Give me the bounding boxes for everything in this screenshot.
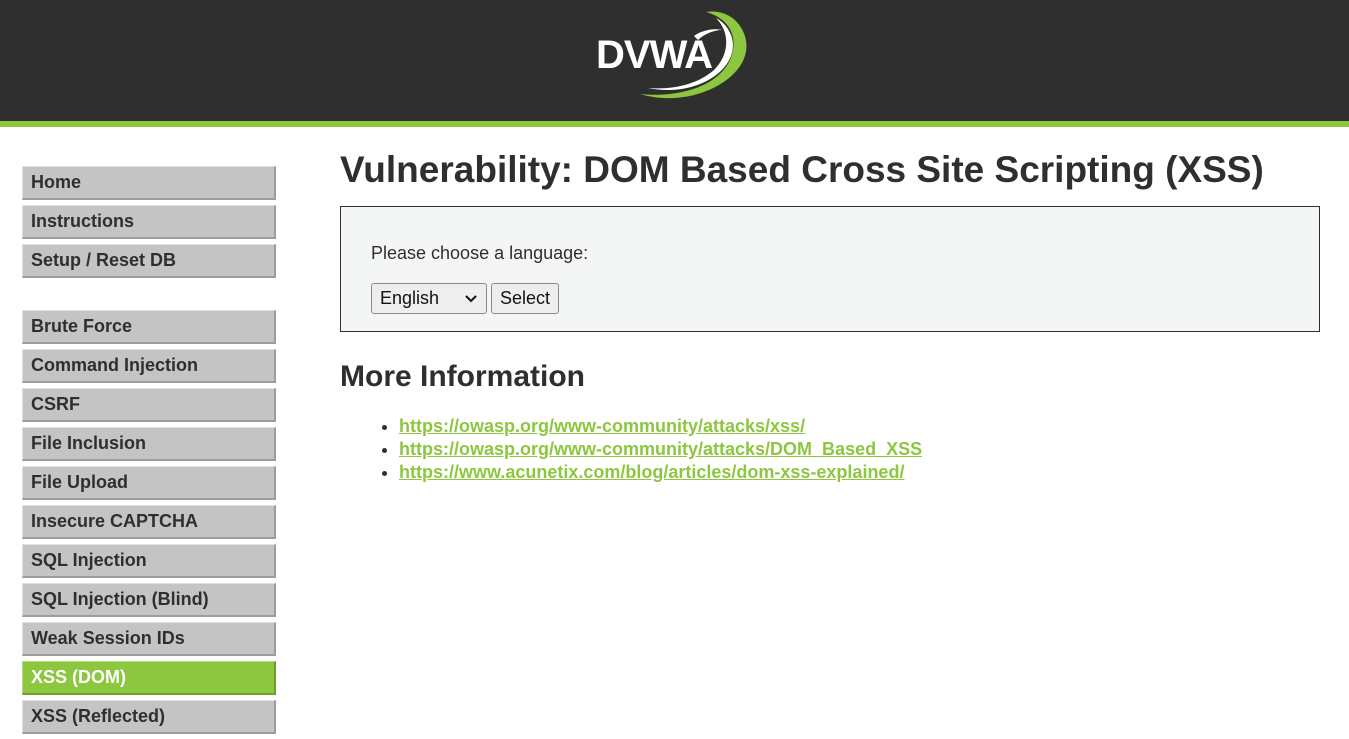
sidebar-item-command-injection[interactable]: Command Injection	[22, 349, 276, 383]
main-content: Vulnerability: DOM Based Cross Site Scri…	[340, 148, 1325, 484]
list-item: https://owasp.org/www-community/attacks/…	[399, 415, 1325, 438]
language-form-row: English Select	[371, 283, 1289, 314]
sidebar-item-insecure-captcha[interactable]: Insecure CAPTCHA	[22, 505, 276, 539]
sidebar-item-csrf[interactable]: CSRF	[22, 388, 276, 422]
sidebar-item-file-upload[interactable]: File Upload	[22, 466, 276, 500]
list-item: https://www.acunetix.com/blog/articles/d…	[399, 461, 1325, 484]
sidebar-item-instructions[interactable]: Instructions	[22, 205, 276, 239]
sidebar-item-file-inclusion[interactable]: File Inclusion	[22, 427, 276, 461]
sidebar-item-setup-reset-db[interactable]: Setup / Reset DB	[22, 244, 276, 278]
sidebar-item-sql-injection[interactable]: SQL Injection	[22, 544, 276, 578]
acunetix-dom-xss-link[interactable]: https://www.acunetix.com/blog/articles/d…	[399, 462, 904, 482]
sidebar-item-xss-dom[interactable]: XSS (DOM)	[22, 661, 276, 695]
language-prompt: Please choose a language:	[371, 243, 589, 263]
list-item: https://owasp.org/www-community/attacks/…	[399, 438, 1325, 461]
sidebar-menu: Home Instructions Setup / Reset DB Brute…	[22, 166, 276, 739]
chevron-down-icon	[465, 294, 477, 302]
header: DVWA	[0, 0, 1349, 127]
owasp-xss-link[interactable]: https://owasp.org/www-community/attacks/…	[399, 416, 805, 436]
sidebar-item-sql-injection-blind[interactable]: SQL Injection (Blind)	[22, 583, 276, 617]
sidebar-item-weak-session-ids[interactable]: Weak Session IDs	[22, 622, 276, 656]
more-information-links: https://owasp.org/www-community/attacks/…	[340, 415, 1325, 484]
more-information-heading: More Information	[340, 360, 585, 393]
language-select-value: English	[380, 288, 440, 308]
owasp-dom-xss-link[interactable]: https://owasp.org/www-community/attacks/…	[399, 439, 922, 459]
vulnerability-form-box: Please choose a language: English Select	[340, 206, 1320, 332]
sidebar-item-home[interactable]: Home	[22, 166, 276, 200]
sidebar-item-xss-reflected[interactable]: XSS (Reflected)	[22, 700, 276, 734]
page-title: Vulnerability: DOM Based Cross Site Scri…	[340, 149, 1264, 190]
sidebar-item-brute-force[interactable]: Brute Force	[22, 310, 276, 344]
sidebar-group-vulnerabilities: Brute Force Command Injection CSRF File …	[22, 310, 276, 734]
language-select[interactable]: English	[371, 283, 487, 314]
sidebar-group-general: Home Instructions Setup / Reset DB	[22, 166, 276, 278]
select-button[interactable]: Select	[491, 283, 560, 314]
logo-text: DVWA	[596, 33, 713, 77]
